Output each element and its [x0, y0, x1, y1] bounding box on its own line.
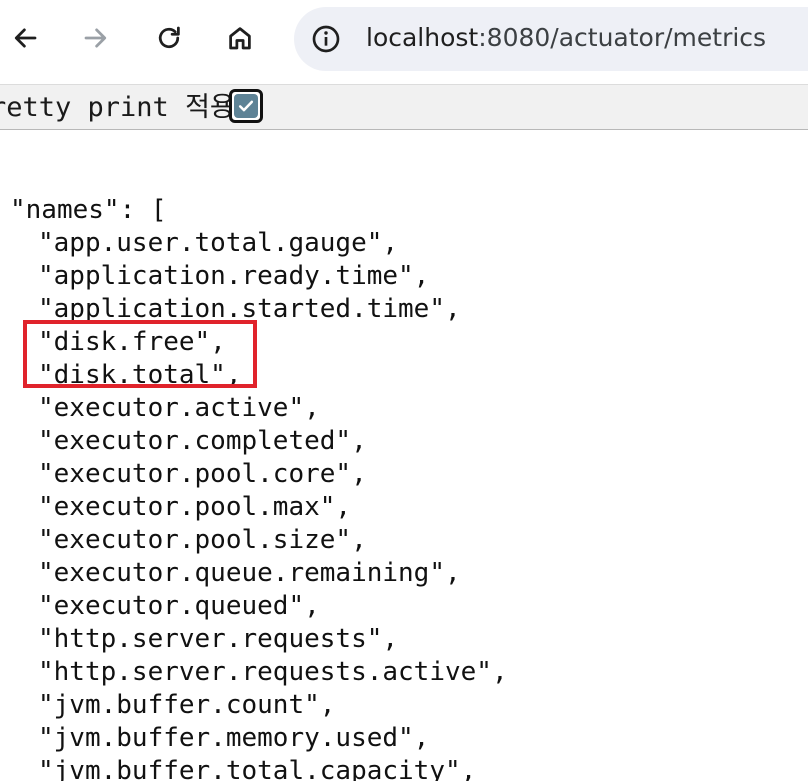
list-item: "executor.queued",: [38, 591, 320, 621]
check-icon: [238, 100, 254, 112]
home-icon: [229, 27, 251, 50]
home-button[interactable]: [218, 16, 262, 60]
list-item: "http.server.requests",: [38, 624, 399, 654]
list-item: "jvm.buffer.total.capacity",: [38, 756, 477, 781]
browser-toolbar: localhost:8080/actuator/metrics: [0, 0, 808, 82]
address-bar[interactable]: localhost:8080/actuator/metrics: [294, 7, 808, 71]
url-text[interactable]: localhost:8080/actuator/metrics: [366, 22, 766, 54]
url-path: :8080/actuator/metrics: [478, 23, 767, 52]
highlight-box: [23, 320, 257, 388]
list-item: "http.server.requests.active",: [38, 657, 508, 687]
arrow-right-icon: [84, 28, 107, 48]
json-key-names: "names": [: [10, 195, 167, 225]
checkbox-fill: [234, 94, 258, 118]
list-item: "executor.completed",: [38, 426, 367, 456]
list-item: "executor.pool.core",: [38, 459, 367, 489]
list-item: "executor.queue.remaining",: [38, 558, 461, 588]
list-item: "application.ready.time",: [38, 261, 430, 291]
list-item: "app.user.total.gauge",: [38, 228, 399, 258]
pretty-print-checkbox[interactable]: [229, 89, 263, 123]
list-item: "executor.pool.size",: [38, 525, 367, 555]
info-icon[interactable]: [310, 23, 342, 55]
url-host: localhost: [366, 23, 479, 52]
pretty-print-bar: retty print 적용: [0, 84, 808, 130]
json-viewer: "names": [ "app.user.total.gauge", "appl…: [0, 130, 808, 781]
list-item: "executor.pool.max",: [38, 492, 352, 522]
reload-button[interactable]: [147, 16, 191, 60]
reload-icon: [158, 26, 180, 49]
back-button[interactable]: [3, 16, 47, 60]
list-item: "jvm.buffer.memory.used",: [38, 723, 430, 753]
list-item: "executor.active",: [38, 393, 320, 423]
list-item: "jvm.buffer.count",: [38, 690, 336, 720]
forward-button[interactable]: [74, 16, 118, 60]
arrow-left-icon: [14, 28, 37, 48]
pretty-print-label: retty print 적용: [0, 92, 235, 123]
